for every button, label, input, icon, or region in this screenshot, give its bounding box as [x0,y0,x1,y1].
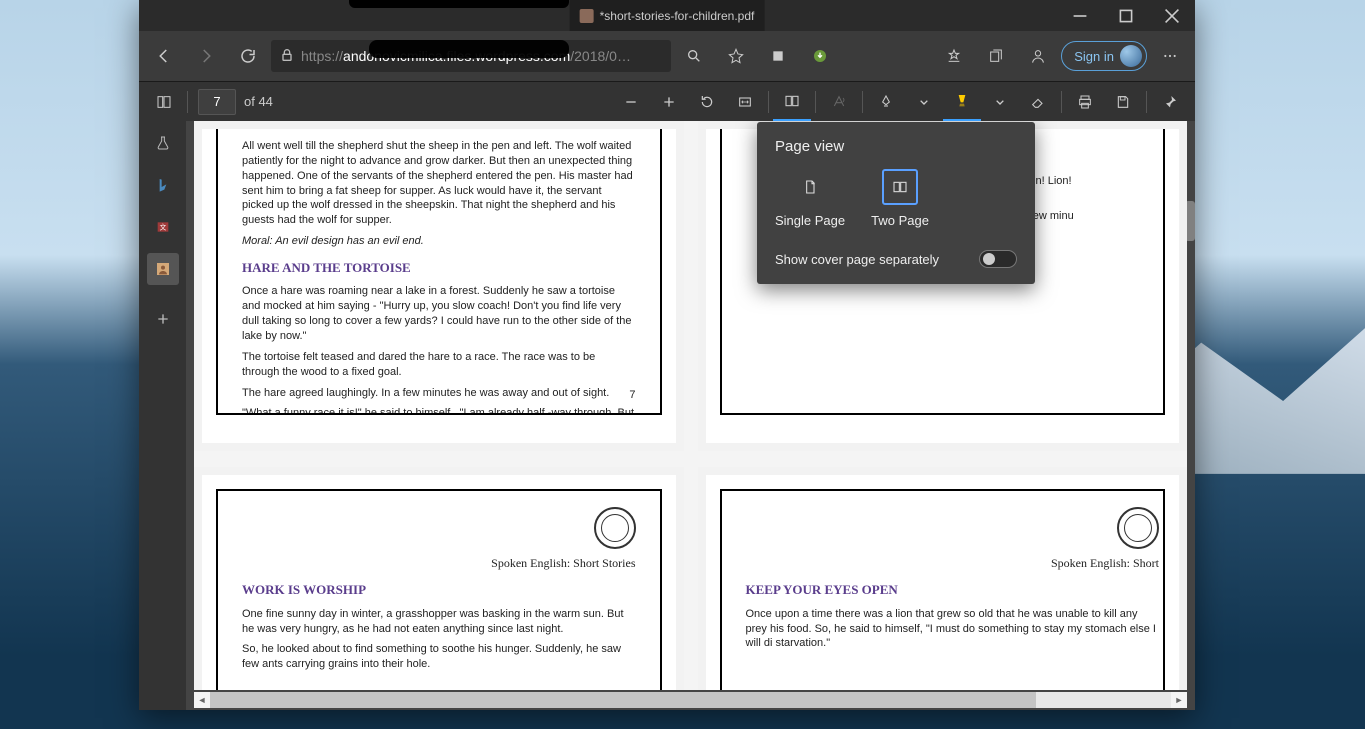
sign-in-button[interactable]: Sign in [1061,41,1147,71]
sign-in-label: Sign in [1074,49,1114,64]
vtab-profile-icon[interactable] [147,253,179,285]
zoom-out-button[interactable] [612,83,650,121]
navigation-bar: https://andonovicmilica.files.wordpress.… [139,31,1195,81]
browser-tab[interactable]: *short-stories-for-children.pdf [570,0,765,31]
print-button[interactable] [1066,83,1104,121]
body-text: "What a funny race it is!" he said to hi… [242,406,636,415]
page-view-button[interactable] [773,83,811,121]
zoom-in-button[interactable] [650,83,688,121]
redaction-mark [349,0,569,8]
favorites-list-button[interactable] [935,37,973,75]
popup-title: Page view [775,138,1017,155]
forward-button[interactable] [187,37,225,75]
profile-button[interactable] [1019,37,1057,75]
body-text: All went well till the shepherd shut the… [242,139,636,228]
favicon-icon [580,9,594,23]
collections-button[interactable] [977,37,1015,75]
body-text: One fine sunny day in winter, a grasshop… [242,607,636,637]
favorite-button[interactable] [717,37,755,75]
page-number-input[interactable] [198,89,236,115]
vtab-add-button[interactable] [147,303,179,335]
erase-button[interactable] [1019,83,1057,121]
downloads-button[interactable] [801,37,839,75]
body-text: Once a hare was roaming near a lake in a… [242,284,636,343]
body-text: The tortoise felt teased and dared the h… [242,350,636,380]
single-page-icon [792,169,828,205]
more-button[interactable] [1151,37,1189,75]
single-page-option[interactable]: Single Page [775,169,845,228]
read-aloud-button[interactable] [820,83,858,121]
pdf-toolbar: of 44 [139,81,1195,121]
page-total-label: of 44 [244,94,273,109]
content-area: 文 All went well till the shepherd shut t… [139,121,1195,710]
two-page-icon [882,169,918,205]
page-view-popup: Page view Single Page Two Page Show cove… [757,122,1035,284]
minimize-button[interactable] [1057,0,1103,31]
moral-text: Moral: An evil design has an evil end. [242,234,636,249]
story-title: HARE AND THE TORTOISE [242,259,636,277]
scroll-thumb[interactable] [210,692,1036,708]
pdf-page: Spoken English: Short KEEP YOUR EYES OPE… [698,467,1188,690]
header-text: Spoken English: Short Stories [242,555,636,571]
single-page-label: Single Page [775,213,845,228]
scroll-track[interactable] [210,692,1171,708]
svg-text:文: 文 [159,223,166,232]
horizontal-scrollbar[interactable]: ◄ ► [194,692,1187,708]
browser-window: *short-stories-for-children.pdf https://… [139,0,1195,710]
lock-icon [279,47,295,66]
redaction-mark [369,40,569,58]
page-number: 7 [629,388,635,403]
tab-title: *short-stories-for-children.pdf [600,9,755,23]
titlebar: *short-stories-for-children.pdf [139,0,1195,31]
pin-toolbar-button[interactable] [1151,83,1189,121]
pdf-page: Spoken English: Short Stories WORK IS WO… [194,467,684,690]
stop-button[interactable] [759,37,797,75]
draw-dropdown[interactable] [905,83,943,121]
cover-separately-label: Show cover page separately [775,252,939,267]
scroll-right-button[interactable]: ► [1171,692,1187,708]
highlight-button[interactable] [943,83,981,121]
vtab-bing-icon[interactable] [147,169,179,201]
vtab-flask-icon[interactable] [147,127,179,159]
body-text: So, he looked about to find something to… [242,642,636,672]
header-text: Spoken English: Short [746,555,1160,571]
maximize-button[interactable] [1103,0,1149,31]
highlight-dropdown[interactable] [981,83,1019,121]
two-page-label: Two Page [871,213,929,228]
story-title: KEEP YOUR EYES OPEN [746,581,1160,599]
search-button[interactable] [675,37,713,75]
vertical-tabs: 文 [139,121,186,710]
contents-button[interactable] [145,83,183,121]
body-text: Once upon a time there was a lion that g… [746,607,1160,652]
back-button[interactable] [145,37,183,75]
draw-button[interactable] [867,83,905,121]
seal-icon [594,507,636,549]
avatar-icon [1120,45,1142,67]
pdf-page: All went well till the shepherd shut the… [194,121,684,451]
two-page-option[interactable]: Two Page [871,169,929,228]
scroll-left-button[interactable]: ◄ [194,692,210,708]
save-button[interactable] [1104,83,1142,121]
refresh-button[interactable] [229,37,267,75]
vtab-translate-icon[interactable]: 文 [147,211,179,243]
fit-width-button[interactable] [726,83,764,121]
cover-separately-toggle[interactable] [979,250,1017,268]
story-title: WORK IS WORSHIP [242,581,636,599]
rotate-button[interactable] [688,83,726,121]
seal-icon [1117,507,1159,549]
pdf-viewport[interactable]: All went well till the shepherd shut the… [186,121,1195,710]
body-text: The hare agreed laughingly. In a few min… [242,386,636,401]
close-button[interactable] [1149,0,1195,31]
